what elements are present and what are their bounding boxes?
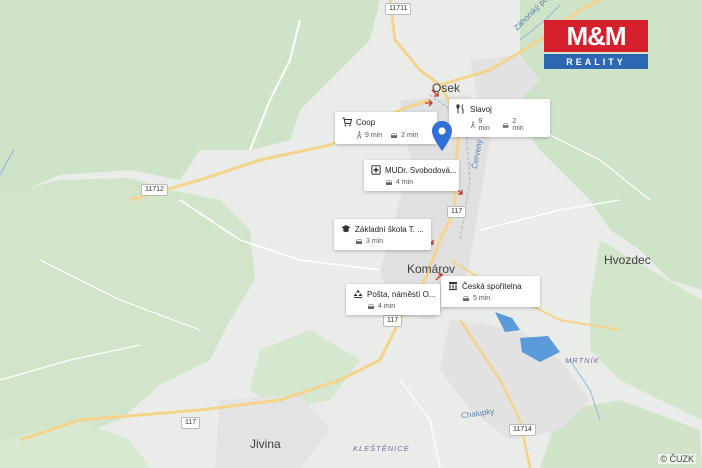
road-shield-11712: 11712 — [141, 184, 168, 196]
town-label-komarov: Komárov — [407, 262, 456, 276]
road-shield-11711: 11711 — [385, 3, 412, 15]
road-shield-117-c: 117 — [181, 417, 201, 429]
walk-icon — [356, 131, 362, 139]
post-icon — [353, 289, 363, 299]
poi-connector-coop — [425, 99, 433, 107]
map-canvas[interactable]: 11711 11712 117 117 117 11714 Osek Komár… — [0, 0, 702, 468]
restaurant-icon — [456, 104, 466, 114]
car-icon — [463, 296, 469, 301]
car-icon — [502, 122, 509, 128]
school-icon — [341, 224, 351, 234]
poi-card-posta[interactable]: Pošta, náměstí O... 4 min — [346, 284, 440, 315]
locality-label-mrtnik: MRTNÍK — [565, 356, 600, 365]
poi-card-slavoj[interactable]: Slavoj 9 min 2 min — [449, 99, 550, 137]
logo-top: M&M — [544, 20, 648, 52]
car-time: 2 min — [390, 132, 418, 139]
car-icon — [386, 180, 392, 185]
poi-connector-slavoj — [431, 89, 439, 97]
poi-name: Coop — [356, 117, 376, 127]
poi-card-skola[interactable]: Základní škola T. ... 3 min — [334, 219, 431, 250]
road-shield-117-a: 117 — [447, 206, 467, 218]
poi-card-coop[interactable]: Coop 9 min 2 min — [335, 112, 437, 144]
logo-bottom: REALITY — [544, 54, 648, 69]
walk-time: 9 min — [470, 118, 494, 132]
location-pin-icon[interactable] — [431, 120, 453, 152]
car-icon — [356, 239, 362, 244]
poi-card-mudr[interactable]: MUDr. Svobodová... 4 min — [364, 160, 459, 191]
locality-label-klestenice: KLEŠTĚNICE — [353, 444, 410, 453]
car-time: 2 min — [502, 118, 528, 132]
car-time: 3 min — [355, 238, 383, 245]
poi-name: MUDr. Svobodová... — [385, 165, 457, 175]
town-label-hvozdec: Hvozdec — [604, 253, 651, 267]
car-time: 5 min — [462, 295, 490, 302]
car-icon — [391, 132, 398, 138]
car-icon — [368, 304, 374, 309]
map-copyright: © ČUZK — [658, 454, 696, 464]
road-shield-117-b: 117 — [383, 315, 403, 327]
car-time: 4 min — [385, 179, 413, 186]
poi-name: Základní škola T. ... — [355, 224, 424, 234]
poi-card-banka[interactable]: Česká spořitelna 5 min — [441, 276, 540, 307]
town-label-jivina: Jivina — [250, 437, 281, 451]
bank-icon — [448, 281, 458, 291]
car-time: 4 min — [367, 303, 395, 310]
poi-name: Česká spořitelna — [462, 281, 522, 291]
poi-name: Slavoj — [470, 104, 492, 114]
road-shield-11714: 11714 — [509, 424, 536, 436]
walk-time: 9 min — [356, 131, 382, 139]
walk-icon — [470, 121, 475, 129]
mm-reality-logo: M&M REALITY — [544, 20, 648, 70]
cart-icon — [342, 117, 352, 127]
poi-name: Pošta, náměstí O... — [367, 289, 436, 299]
medical-icon — [371, 165, 381, 175]
